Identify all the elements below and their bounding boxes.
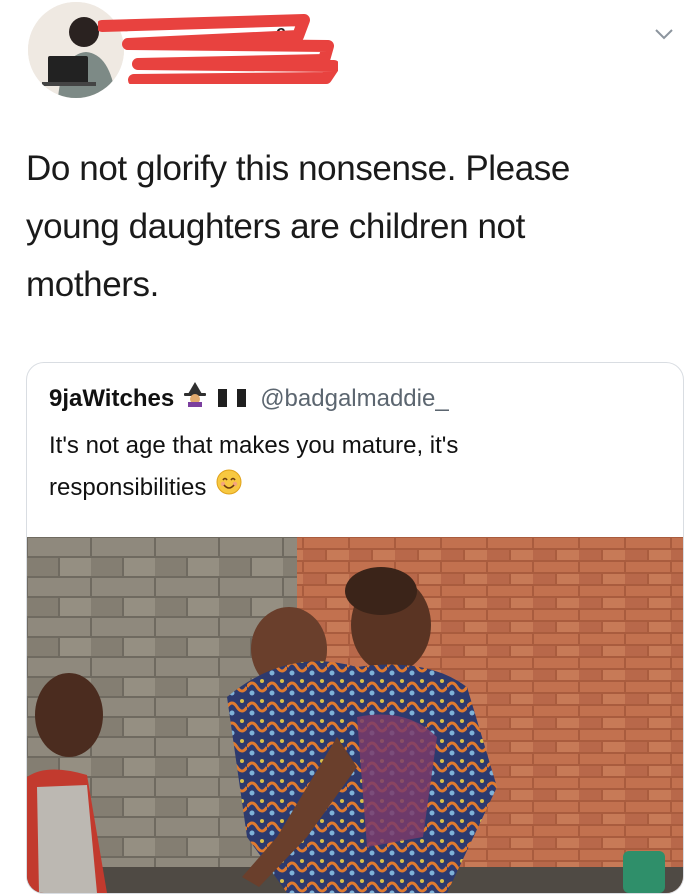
- quoted-tweet-header: 9jaWitches @badgalmaddie_: [49, 381, 449, 418]
- tweet-text-line: young daughters are children not: [26, 207, 525, 246]
- quoted-tweet-photo[interactable]: [27, 537, 683, 893]
- quoted-user-handle[interactable]: @badgalmaddie_: [260, 385, 449, 412]
- quoted-tweet-text: It's not age that makes you mature, it's…: [49, 425, 659, 510]
- quoted-user-name: 9jaWitches: [49, 385, 175, 412]
- quoted-tweet-card[interactable]: 9jaWitches @badgalmaddie_ It's not age t…: [26, 362, 684, 894]
- quoted-text-line: It's not age that makes you mature, it's: [49, 432, 459, 459]
- chevron-down-icon[interactable]: [652, 22, 676, 46]
- tweet-text: Do not glorify this nonsense. Please you…: [26, 140, 666, 314]
- nigeria-flag-icon: [217, 382, 246, 418]
- witch-emoji-icon: [183, 381, 207, 418]
- smiling-face-icon: [215, 468, 243, 510]
- tweet-text-line: Do not glorify this nonsense. Please: [26, 149, 570, 188]
- children-photo: [27, 537, 683, 893]
- redacted-user-name[interactable]: e: [96, 14, 340, 86]
- tweet-text-line: mothers.: [26, 265, 159, 304]
- quoted-text-line: responsibilities: [49, 467, 659, 510]
